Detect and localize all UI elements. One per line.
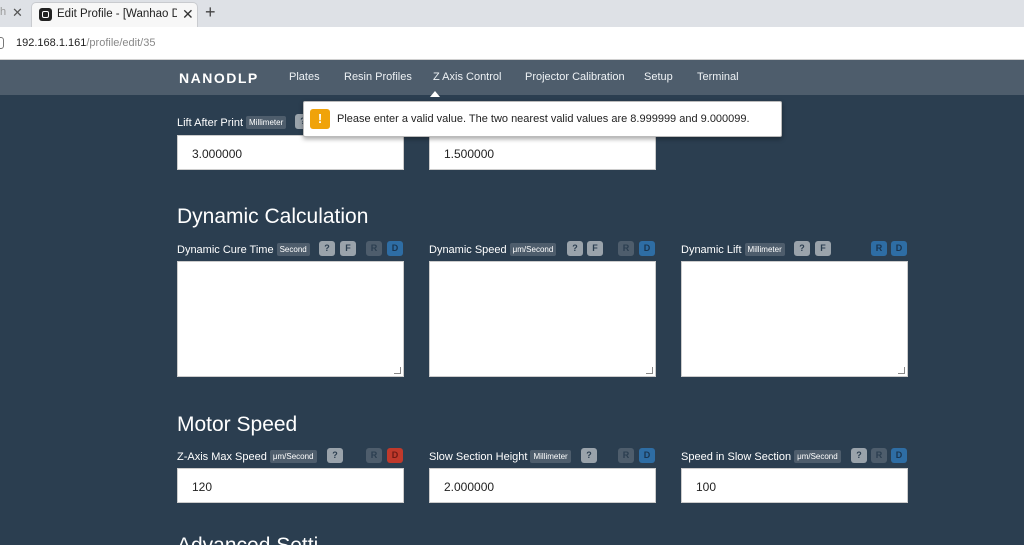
page-info-icon[interactable] [0,37,4,49]
z-axis-max-speed-input[interactable]: 120 [177,468,404,503]
reset-button[interactable]: R [618,448,634,463]
reset-button[interactable]: R [618,241,634,256]
lift-after-print-input[interactable]: 3.000000 [177,135,404,170]
slow-section-height-input[interactable]: 2.000000 [429,468,656,503]
reset-button[interactable]: R [366,241,382,256]
dynamic-speed-text: Dynamic Speed [429,244,507,256]
default-button[interactable]: D [387,448,403,463]
validation-message: Please enter a valid value. The two near… [337,113,750,125]
warning-icon: ! [310,109,330,129]
active-tab[interactable]: Edit Profile - [Wanhao D7] ✕ [31,2,198,27]
default-button[interactable]: D [891,241,907,256]
tooltip-pointer [430,91,440,97]
previous-tab-title: h [0,6,7,18]
address-bar[interactable]: 192.168.1.161/profile/edit/35 [0,27,1024,60]
new-tab-plus-icon[interactable]: + [205,2,216,23]
default-button[interactable]: D [639,241,655,256]
nanodlp-favicon-icon [39,8,52,21]
default-button[interactable]: D [891,448,907,463]
default-button[interactable]: D [639,448,655,463]
url-path: /profile/edit/35 [86,37,156,49]
nav-resin-profiles[interactable]: Resin Profiles [344,71,412,83]
default-button[interactable]: D [387,241,403,256]
reset-button[interactable]: R [871,448,887,463]
z-axis-max-speed-label: Z-Axis Max Speed μm/Second [177,450,317,463]
nav-plates[interactable]: Plates [289,71,320,83]
app-navbar: nanodlp Plates Resin Profiles Z Axis Con… [0,60,1024,95]
formula-button[interactable]: F [587,241,603,256]
nav-z-axis-control[interactable]: Z Axis Control [433,71,501,83]
dynamic-cure-time-text: Dynamic Cure Time [177,244,274,256]
close-icon[interactable]: ✕ [12,5,23,21]
dynamic-lift-label: Dynamic Lift Millimeter [681,243,785,256]
lift-after-print-label: Lift After Print Millimeter [177,116,287,129]
reset-button[interactable]: R [871,241,887,256]
dynamic-lift-textarea[interactable] [681,261,908,377]
unit-badge: μm/Second [794,450,841,463]
dynamic-speed-label: Dynamic Speed μm/Second [429,243,557,256]
speed-in-slow-section-input[interactable]: 100 [681,468,908,503]
speed-in-slow-section-label: Speed in Slow Section μm/Second [681,450,841,463]
help-button[interactable]: ? [567,241,583,256]
tab-title: Edit Profile - [Wanhao D7] [57,8,177,20]
dynamic-cure-time-textarea[interactable] [177,261,404,377]
help-button[interactable]: ? [851,448,867,463]
speed-in-slow-section-text: Speed in Slow Section [681,451,792,463]
dynamic-cure-time-label: Dynamic Cure Time Second [177,243,310,256]
dynamic-speed-textarea[interactable] [429,261,656,377]
slow-section-height-label: Slow Section Height Millimeter [429,450,571,463]
lift-after-print-text: Lift After Print [177,117,244,129]
brand-logo[interactable]: nanodlp [179,70,259,86]
unit-badge: Millimeter [530,450,571,463]
z-axis-max-speed-text: Z-Axis Max Speed [177,451,267,463]
validation-tooltip: ! Please enter a valid value. The two ne… [303,101,782,137]
unit-badge: μm/Second [509,243,557,256]
formula-button[interactable]: F [815,241,831,256]
reset-button[interactable]: R [366,448,382,463]
unit-badge: Millimeter [744,243,785,256]
dynamic-lift-text: Dynamic Lift [681,244,742,256]
advanced-settings-heading: Advanced Setti [177,534,318,545]
lift-speed-input[interactable]: 1.500000 [429,135,656,170]
help-button[interactable]: ? [319,241,335,256]
url-host: 192.168.1.161 [16,37,87,49]
browser-tab-bar: h ✕ Edit Profile - [Wanhao D7] ✕ + [0,0,1024,27]
nav-terminal[interactable]: Terminal [697,71,739,83]
nav-projector-calibration[interactable]: Projector Calibration [525,71,625,83]
unit-badge: Millimeter [246,116,287,129]
help-button[interactable]: ? [581,448,597,463]
url-text[interactable]: 192.168.1.161/profile/edit/35 [16,37,155,49]
help-button[interactable]: ? [794,241,810,256]
slow-section-height-text: Slow Section Height [429,451,528,463]
motor-speed-heading: Motor Speed [177,413,298,436]
dynamic-calculation-heading: Dynamic Calculation [177,205,369,228]
nav-setup[interactable]: Setup [644,71,673,83]
help-button[interactable]: ? [327,448,343,463]
unit-badge: Second [276,243,310,256]
previous-tab[interactable]: h ✕ [0,0,30,27]
close-tab-icon[interactable]: ✕ [182,6,194,23]
formula-button[interactable]: F [340,241,356,256]
unit-badge: μm/Second [269,450,317,463]
